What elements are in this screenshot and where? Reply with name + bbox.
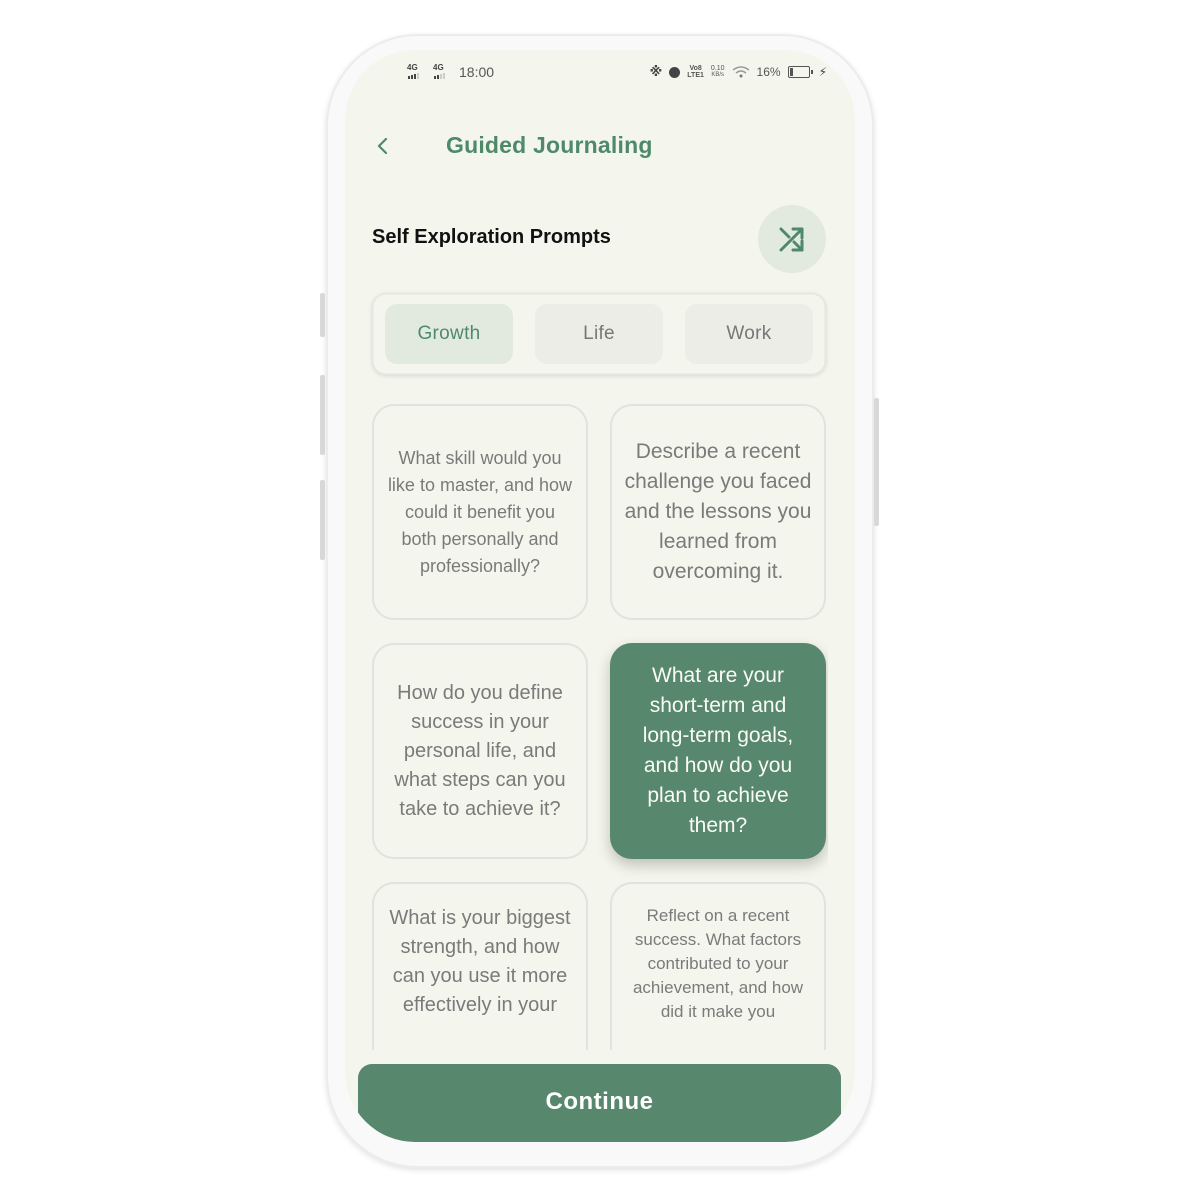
alarm-icon	[669, 66, 681, 78]
continue-button[interactable]: Continue	[358, 1064, 841, 1142]
prompt-text: What are your short-term and long-term g…	[642, 664, 794, 837]
tab-label: Work	[726, 323, 772, 344]
prompt-card[interactable]: Describe a recent challenge you faced an…	[610, 404, 826, 620]
prompt-card[interactable]: How do you define success in your person…	[372, 643, 588, 859]
side-button-left-2	[320, 375, 325, 455]
battery-icon	[787, 66, 813, 78]
lte-label: LTE1	[687, 72, 704, 79]
side-button-left-1	[320, 293, 325, 337]
status-bar: 4G 4G 18:00 ※ Vo8 LTE1 0.10 KB/s 16% ⚡	[345, 64, 855, 84]
signal-icon-2: 4G	[433, 64, 453, 80]
bluetooth-icon: ※	[649, 64, 663, 79]
prompt-text: What skill would you like to master, and…	[387, 447, 573, 576]
back-button[interactable]	[371, 134, 395, 158]
prompt-card[interactable]: What skill would you like to master, and…	[372, 404, 588, 620]
prompt-text: What is your biggest strength, and how c…	[389, 907, 571, 1016]
speed-value: 0.10	[710, 65, 725, 72]
tab-label: Life	[583, 323, 615, 344]
network-type-2: 4G	[433, 63, 444, 72]
shuffle-button[interactable]	[758, 205, 826, 273]
tab-life[interactable]: Life	[535, 304, 663, 364]
category-tabs: Growth Life Work	[372, 293, 826, 375]
app-screen: 4G 4G 18:00 ※ Vo8 LTE1 0.10 KB/s 16% ⚡ G…	[345, 50, 855, 1142]
prompt-text: How do you define success in your person…	[394, 681, 566, 820]
side-button-left-3	[320, 480, 325, 560]
tab-label: Growth	[417, 323, 481, 344]
chevron-left-icon	[377, 137, 388, 155]
wifi-icon	[732, 66, 749, 78]
continue-label: Continue	[545, 1088, 654, 1115]
prompt-card-selected[interactable]: What are your short-term and long-term g…	[610, 643, 826, 859]
clock: 18:00	[459, 64, 495, 80]
prompt-text: Describe a recent challenge you faced an…	[624, 440, 812, 583]
signal-icon: 4G	[407, 64, 427, 80]
prompt-text: Reflect on a recent success. What factor…	[632, 906, 804, 1021]
tab-growth[interactable]: Growth	[385, 304, 513, 364]
network-speed: 0.10 KB/s	[711, 65, 725, 79]
tab-work[interactable]: Work	[685, 304, 813, 364]
charging-icon: ⚡	[818, 65, 827, 79]
battery-percent: 16%	[756, 65, 781, 79]
network-type-1: 4G	[407, 63, 418, 72]
prompt-card[interactable]: What is your biggest strength, and how c…	[372, 882, 588, 1050]
speed-unit: KB/s	[711, 72, 725, 78]
page-title: Guided Journaling	[446, 132, 653, 158]
volte-label: Vo8	[689, 65, 702, 72]
shuffle-icon	[779, 227, 804, 252]
prompt-grid: What skill would you like to master, and…	[372, 404, 828, 1050]
side-button-right	[874, 398, 879, 526]
prompt-card[interactable]: Reflect on a recent success. What factor…	[610, 882, 826, 1050]
section-title: Self Exploration Prompts	[372, 226, 611, 248]
volte-indicator: Vo8 LTE1	[687, 65, 704, 79]
